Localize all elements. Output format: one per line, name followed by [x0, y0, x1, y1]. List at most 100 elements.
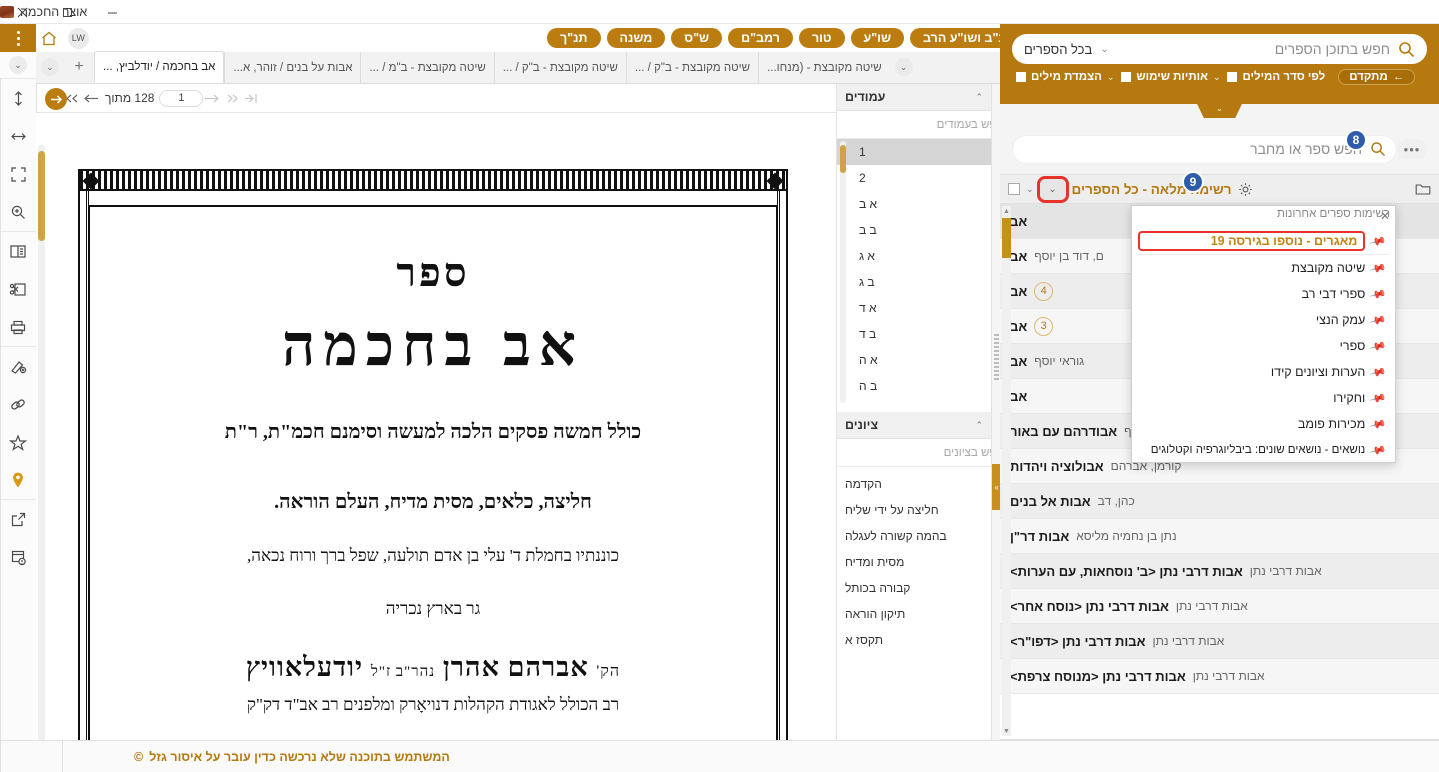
page-list-item[interactable]: ב ב	[837, 217, 991, 243]
pin-icon[interactable]: 📌	[1369, 232, 1387, 250]
pill-tur[interactable]: טור	[798, 28, 845, 48]
next-page-icon[interactable]	[203, 92, 220, 105]
recent-lists-dropdown[interactable]: ✕ מאגרים - נוספו בגירסה 19 📌 שיטה מקובצת…	[1131, 205, 1396, 463]
page-list-item[interactable]: ב ה	[837, 373, 991, 399]
page-list-item[interactable]: 1	[837, 139, 991, 165]
page-list-item[interactable]: א ב	[837, 191, 991, 217]
table-row[interactable]: אבות דרבי נתן <דפו"ר> אבות דרבי נתן	[1000, 624, 1439, 659]
book-search-more-button[interactable]: •••	[1397, 139, 1427, 159]
mark-list-item[interactable]: תקסז א	[837, 627, 991, 653]
book-search-input[interactable]	[1023, 141, 1362, 157]
mark-list-item[interactable]: בהמה קשורה לעגלה	[837, 523, 991, 549]
dropdown-item[interactable]: שיטה מקובצת 📌	[1132, 255, 1395, 281]
viewer-forward-button[interactable]	[45, 88, 67, 110]
page-list-item[interactable]: ב ד	[837, 321, 991, 347]
scroll-down-icon[interactable]: ▼	[1002, 726, 1011, 736]
page-list-item[interactable]: ב ג	[837, 269, 991, 295]
chevron-down-icon[interactable]: ⌄	[1026, 184, 1034, 195]
marks-search-input[interactable]	[850, 446, 1004, 459]
mark-list-item[interactable]: קבורה בכותל	[837, 575, 991, 601]
dropdown-item[interactable]: נושאים - נושאים שונים: ביבליוגרפיה וקטלו…	[1132, 437, 1395, 463]
tab-item[interactable]: אב בחכמה / יודלביץ, ...	[94, 51, 225, 83]
viewer-scrollbar[interactable]	[38, 145, 45, 770]
tab-item[interactable]: שיטה מקובצת - (מנחו...	[758, 52, 890, 83]
scanned-page-area[interactable]: ספר אב בחכמה כולל חמשה פסקים הלכה למעשה …	[36, 113, 836, 772]
zoom-in-icon[interactable]	[0, 193, 36, 231]
dropdown-item[interactable]: עמק הנצי 📌	[1132, 307, 1395, 333]
gear-icon[interactable]	[1238, 182, 1253, 197]
link-icon[interactable]	[0, 385, 36, 423]
table-row[interactable]: אבות דרבי נתן <נוסח אחר> אבות דרבי נתן	[1000, 589, 1439, 624]
advanced-search-button[interactable]: מתקדם ←	[1338, 69, 1416, 85]
pin-icon[interactable]: 📌	[1369, 389, 1387, 407]
avatar[interactable]: LW	[68, 27, 89, 49]
clip-snippet-icon[interactable]	[0, 270, 36, 308]
checkbox-icon[interactable]	[1121, 72, 1132, 82]
tab-item[interactable]: שיטה מקובצת - ב"ק / ...	[625, 52, 759, 83]
page-list-item[interactable]: א ג	[837, 243, 991, 269]
pill-tanach[interactable]: תנ"ך	[547, 28, 601, 48]
fullscreen-icon[interactable]	[0, 155, 36, 193]
dropdown-item[interactable]: מכירות פומב 📌	[1132, 411, 1395, 437]
panel-resize-handle[interactable]: »	[991, 84, 1001, 772]
page-number-input[interactable]	[159, 89, 204, 107]
search-scope-label[interactable]: בכל הספרים	[1024, 42, 1092, 57]
list-selector-dropdown-button[interactable]: ⌄	[1036, 175, 1069, 203]
table-row[interactable]: אבות דר"ן נתן בן נחמיה מליסא	[1000, 519, 1439, 554]
minimize-icon[interactable]	[90, 0, 135, 24]
dropdown-item[interactable]: וחקירו 📌	[1132, 385, 1395, 411]
pages-scroll-thumb[interactable]	[840, 145, 846, 173]
pill-mishna[interactable]: משנה	[606, 28, 666, 48]
mark-list-item[interactable]: חליצה על ידי שליח	[837, 497, 991, 523]
scroll-up-icon[interactable]: ▲	[1002, 206, 1011, 216]
pin-icon[interactable]: 📌	[1369, 285, 1387, 303]
chevron-down-icon[interactable]: ⌄	[1107, 72, 1115, 83]
dropdown-item[interactable]: ספרי דבי רב 📌	[1132, 281, 1395, 307]
page-list-item[interactable]: 2	[837, 165, 991, 191]
pin-icon[interactable]: 📌	[1369, 311, 1387, 329]
rail-menu-button[interactable]	[0, 24, 36, 52]
external-link-icon[interactable]	[0, 500, 36, 538]
chevron-down-icon[interactable]: ⌄	[1100, 44, 1108, 55]
pages-search-input[interactable]	[850, 118, 1004, 131]
mark-list-item[interactable]: הקדמה	[837, 471, 991, 497]
rail-collapse-button[interactable]: ⌄	[0, 52, 36, 78]
pin-icon[interactable]: 📌	[1369, 337, 1387, 355]
last-page-icon[interactable]	[243, 92, 258, 105]
marks-list[interactable]: הקדמה חליצה על ידי שליח בהמה קשורה לעגלה…	[837, 467, 991, 739]
maximize-icon[interactable]	[45, 0, 90, 24]
book-list-scrollbar[interactable]: ▲ ▼	[1002, 206, 1011, 736]
chevron-up-icon[interactable]: ⌃	[975, 420, 983, 431]
dropdown-item[interactable]: מאגרים - נוספו בגירסה 19 📌	[1132, 228, 1395, 254]
fit-height-icon[interactable]	[0, 79, 36, 117]
viewer-scroll-thumb[interactable]	[38, 151, 45, 241]
bookmark-pin-icon[interactable]	[0, 461, 36, 499]
tab-item[interactable]: שיטה מקובצת - ב"מ / ...	[360, 52, 494, 83]
pin-icon[interactable]: 📌	[1369, 259, 1387, 277]
pin-icon[interactable]: 📌	[1369, 363, 1387, 381]
prev-page-icon[interactable]	[83, 92, 100, 105]
print-icon[interactable]	[0, 308, 36, 346]
book-list-scroll-thumb[interactable]	[1002, 218, 1011, 258]
close-icon[interactable]	[0, 0, 45, 24]
tab-item[interactable]: שיטה מקובצת - ב"ק / ...	[493, 52, 626, 83]
pill-rambam[interactable]: רמב"ם	[728, 28, 793, 48]
star-favorite-icon[interactable]	[0, 423, 36, 461]
search-icon[interactable]	[1398, 41, 1415, 58]
option-prefix-letters[interactable]: אותיות שימוש ⌄	[1121, 71, 1220, 83]
search-expand-tongue[interactable]: ⌄	[1197, 104, 1242, 118]
option-word-adjacency[interactable]: הצמדת מילים ⌄	[1016, 71, 1114, 83]
search-icon[interactable]	[1370, 141, 1386, 157]
pages-list-scrollbar[interactable]	[840, 141, 846, 404]
chevron-up-icon[interactable]: ⌃	[975, 92, 983, 103]
select-all-checkbox[interactable]	[1008, 183, 1020, 195]
pill-shulchan[interactable]: שו"ע	[850, 28, 905, 48]
option-word-order[interactable]: לפי סדר המילים	[1227, 71, 1325, 83]
table-row[interactable]: אבות דרבי נתן <ב' נוסחאות, עם הערות> אבו…	[1000, 554, 1439, 589]
home-icon[interactable]	[36, 30, 62, 47]
book-info-icon[interactable]	[0, 538, 36, 576]
tab-overflow-left[interactable]: ⌄	[36, 51, 64, 83]
new-tab-button[interactable]: +	[64, 51, 94, 83]
tab-overflow-right[interactable]: ⌄	[890, 51, 918, 83]
checkbox-icon[interactable]	[1227, 72, 1238, 82]
